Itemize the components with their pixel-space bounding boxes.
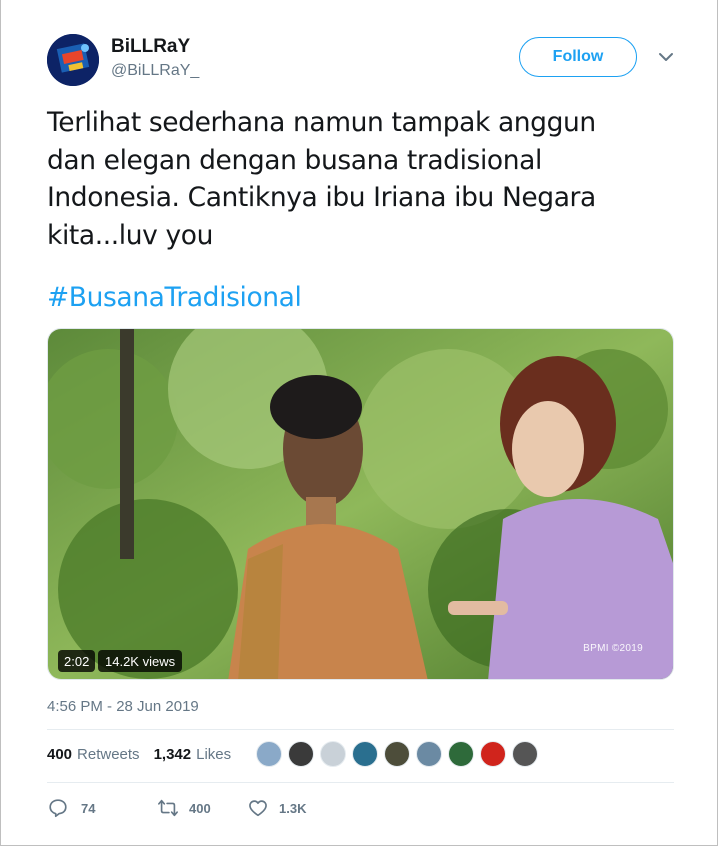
tweet-text-line: dan elegan dengan busana tradisional	[47, 144, 542, 176]
liker-avatar[interactable]	[288, 741, 314, 767]
retweet-action[interactable]: 400	[157, 797, 247, 819]
liker-avatar[interactable]	[448, 741, 474, 767]
retweets-stat[interactable]: 400 Retweets	[47, 746, 140, 763]
chevron-down-icon[interactable]	[657, 50, 675, 64]
tweet-timestamp[interactable]: 4:56 PM - 28 Jun 2019	[47, 698, 199, 715]
likes-stat[interactable]: 1,342 Likes	[154, 746, 232, 763]
tweet-card: BiLLRaY @BiLLRaY_ Follow Terlihat sederh…	[0, 0, 718, 846]
hashtag-link[interactable]: #BusanaTradisional	[47, 282, 302, 313]
retweet-icon	[158, 799, 178, 817]
avatar[interactable]	[47, 34, 99, 86]
user-handle[interactable]: @BiLLRaY_	[111, 62, 199, 80]
divider	[47, 782, 674, 783]
liker-avatar[interactable]	[416, 741, 442, 767]
likes-label: Likes	[196, 746, 232, 763]
video-player[interactable]: 2:02 14.2K views BPMI ©2019	[47, 328, 674, 680]
reply-action[interactable]: 74	[47, 797, 157, 819]
tweet-text: Terlihat sederhana namun tampak anggun d…	[47, 104, 667, 254]
liker-avatar[interactable]	[256, 741, 282, 767]
retweets-count: 400	[47, 746, 73, 763]
avatar-image	[47, 34, 99, 86]
video-watermark: BPMI ©2019	[583, 643, 643, 654]
retweet-count: 400	[189, 800, 211, 816]
liker-avatar[interactable]	[480, 741, 506, 767]
video-views: 14.2K views	[98, 650, 183, 672]
divider	[47, 729, 674, 730]
display-name[interactable]: BiLLRaY	[111, 36, 190, 58]
video-duration: 2:02	[58, 650, 96, 672]
retweets-label: Retweets	[77, 746, 140, 763]
follow-button[interactable]: Follow	[519, 37, 637, 77]
liker-avatar[interactable]	[320, 741, 346, 767]
liker-avatar[interactable]	[384, 741, 410, 767]
reply-icon	[49, 799, 67, 818]
tweet-text-line: Indonesia. Cantiknya ibu Iriana ibu Nega…	[47, 182, 596, 213]
reply-count: 74	[81, 800, 96, 816]
video-thumbnail	[48, 329, 673, 679]
likes-count: 1,342	[153, 746, 192, 763]
tweet-text-line: Terlihat sederhana namun tampak anggun	[47, 107, 596, 138]
engagement-stats: 400 Retweets 1,342 Likes	[47, 746, 231, 763]
liker-avatar[interactable]	[352, 741, 378, 767]
tweet-actions: 74 400 1.3K	[47, 797, 306, 819]
liker-avatar[interactable]	[512, 741, 538, 767]
like-count: 1.3K	[279, 800, 307, 816]
likers-avatars	[256, 741, 544, 767]
tweet-text-line: kita...luv you	[47, 219, 213, 251]
like-action[interactable]: 1.3K	[247, 797, 306, 819]
heart-icon	[249, 800, 267, 817]
